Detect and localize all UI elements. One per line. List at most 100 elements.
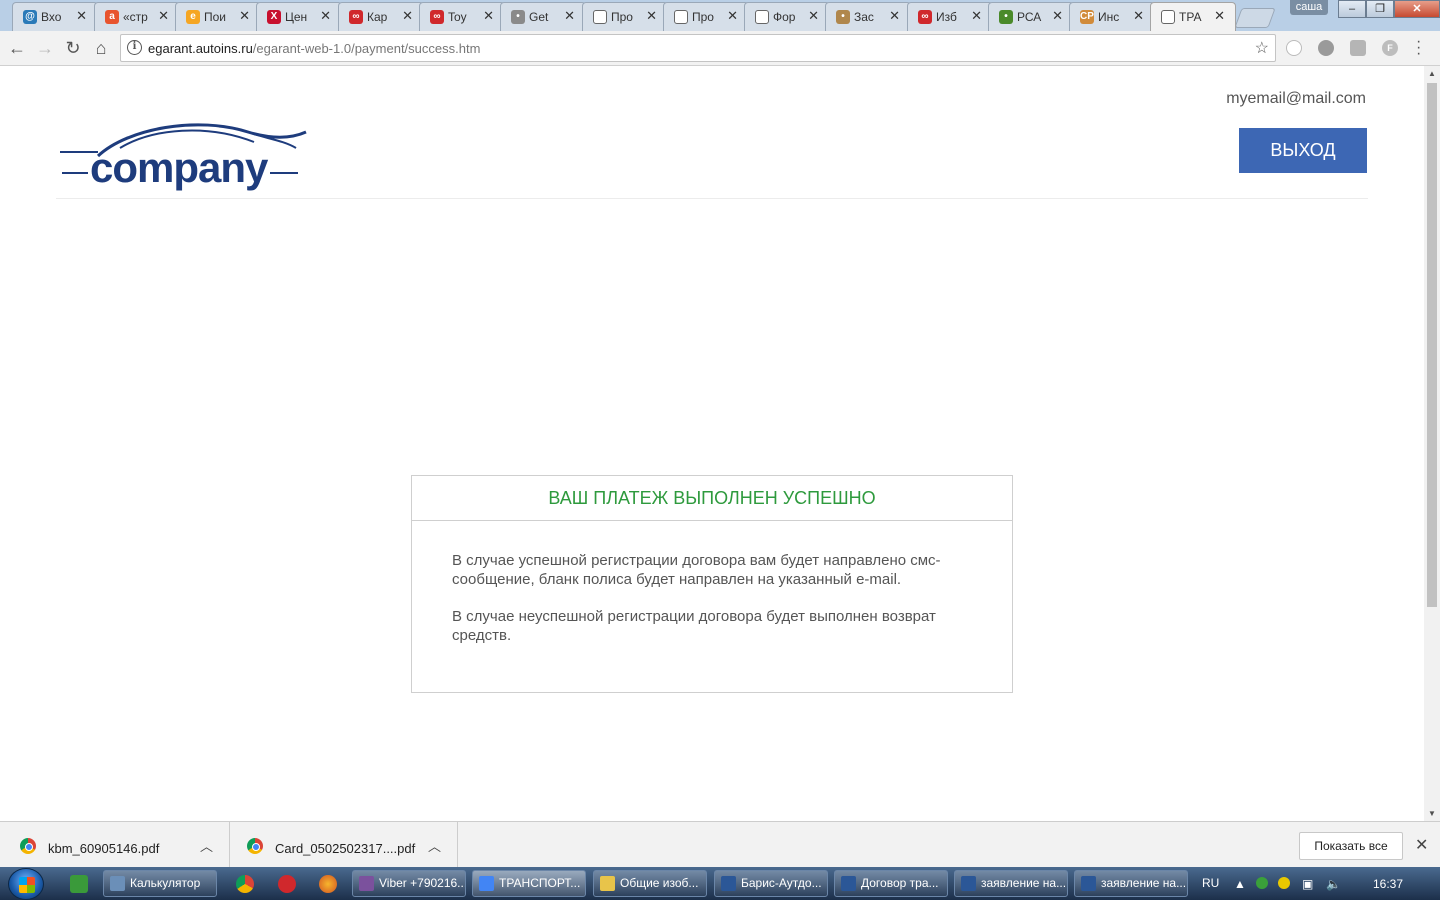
tab-close-icon[interactable]: ✕ bbox=[971, 8, 982, 24]
tab-close-icon[interactable]: ✕ bbox=[727, 8, 738, 24]
browser-tab[interactable]: @ Вхо ✕ bbox=[12, 2, 98, 31]
tab-close-icon[interactable]: ✕ bbox=[564, 8, 575, 24]
logo-text: company bbox=[90, 144, 268, 191]
tab-favicon-icon: ∞ bbox=[349, 10, 363, 24]
browser-tab[interactable]: ∞ Toy ✕ bbox=[419, 2, 505, 31]
start-button[interactable] bbox=[8, 868, 44, 900]
browser-tab[interactable]: ТРА ✕ bbox=[1150, 2, 1236, 31]
reload-icon[interactable]: ↻ bbox=[62, 37, 84, 59]
download-item[interactable]: Card_0502502317....pdf ︿ bbox=[230, 822, 458, 868]
tab-close-icon[interactable]: ✕ bbox=[402, 8, 413, 24]
browser-tab[interactable]: a «стр ✕ bbox=[94, 2, 180, 31]
tab-close-icon[interactable]: ✕ bbox=[320, 8, 331, 24]
scroll-up-icon[interactable]: ▲ bbox=[1428, 69, 1436, 78]
taskbar-app-icon bbox=[1081, 876, 1096, 891]
tab-favicon-icon bbox=[1161, 10, 1175, 24]
tab-favicon-icon bbox=[755, 10, 769, 24]
browser-tab[interactable]: • Зас ✕ bbox=[825, 2, 911, 31]
browser-tab[interactable]: • Get ✕ bbox=[500, 2, 586, 31]
logout-button[interactable]: ВЫХОД bbox=[1239, 128, 1367, 173]
browser-tab[interactable]: CP Инс ✕ bbox=[1069, 2, 1155, 31]
chrome-quicklaunch-icon[interactable] bbox=[236, 875, 254, 893]
firefox-quicklaunch-icon[interactable] bbox=[319, 875, 337, 893]
taskbar-button[interactable]: Viber +790216... bbox=[352, 870, 466, 897]
tray-app-icon[interactable] bbox=[1256, 877, 1268, 889]
taskbar-button[interactable]: Барис-Аутдо... bbox=[714, 870, 828, 897]
site-info-icon[interactable]: i bbox=[127, 40, 142, 55]
taskbar-button[interactable]: заявление на... bbox=[1074, 870, 1188, 897]
browser-tab[interactable]: ∞ Изб ✕ bbox=[907, 2, 993, 31]
opera-quicklaunch-icon[interactable] bbox=[278, 875, 296, 893]
tab-close-icon[interactable]: ✕ bbox=[76, 8, 87, 24]
volume-icon[interactable]: 🔈 bbox=[1326, 877, 1341, 891]
taskbar-label: Барис-Аутдо... bbox=[741, 876, 822, 890]
minimize-button[interactable]: – bbox=[1338, 0, 1366, 18]
tray-update-icon[interactable] bbox=[1278, 877, 1290, 889]
url-text[interactable]: egarant.autoins.ru/egarant-web-1.0/payme… bbox=[148, 41, 480, 56]
scroll-down-icon[interactable]: ▼ bbox=[1428, 809, 1436, 818]
browser-tab[interactable]: • РСА ✕ bbox=[988, 2, 1074, 31]
taskbar-button[interactable]: ТРАНСПОРТ... bbox=[472, 870, 586, 897]
close-download-bar-icon[interactable]: ✕ bbox=[1415, 835, 1428, 855]
show-all-downloads-button[interactable]: Показать все bbox=[1299, 832, 1403, 860]
home-icon[interactable]: ⌂ bbox=[90, 37, 112, 59]
language-indicator[interactable]: RU bbox=[1202, 876, 1219, 890]
cloud-extension-icon[interactable] bbox=[1286, 40, 1302, 56]
browser-tab[interactable]: X Цен ✕ bbox=[256, 2, 342, 31]
browser-tab[interactable]: Фор ✕ bbox=[744, 2, 830, 31]
tab-favicon-icon: a bbox=[105, 10, 119, 24]
f-extension-icon[interactable]: F bbox=[1382, 40, 1398, 56]
bookmark-star-icon[interactable]: ☆ bbox=[1255, 38, 1269, 58]
browser-tab[interactable]: Про ✕ bbox=[663, 2, 749, 31]
browser-toolbar: ← → ↻ ⌂ i egarant.autoins.ru/egarant-web… bbox=[0, 31, 1440, 66]
network-icon[interactable]: ▣ bbox=[1302, 877, 1313, 891]
clock[interactable]: 16:37 bbox=[1373, 877, 1403, 891]
window-user-badge[interactable]: саша bbox=[1290, 0, 1328, 15]
tab-close-icon[interactable]: ✕ bbox=[1052, 8, 1063, 24]
tray-expand-icon[interactable]: ▲ bbox=[1234, 877, 1246, 891]
tab-title: Инс bbox=[1098, 10, 1120, 24]
tab-close-icon[interactable]: ✕ bbox=[808, 8, 819, 24]
taskbar-button[interactable]: Калькулятор bbox=[103, 870, 217, 897]
tab-close-icon[interactable]: ✕ bbox=[646, 8, 657, 24]
tab-close-icon[interactable]: ✕ bbox=[239, 8, 250, 24]
back-icon[interactable]: ← bbox=[6, 37, 28, 59]
browser-menu-icon[interactable]: · · · bbox=[1416, 34, 1421, 62]
browser-tab[interactable]: ∞ Кар ✕ bbox=[338, 2, 424, 31]
taskbar-button[interactable]: Общие изоб... bbox=[593, 870, 707, 897]
tab-favicon-icon: • bbox=[836, 10, 850, 24]
window-close-button[interactable]: ✕ bbox=[1394, 0, 1440, 18]
taskbar-app-icon bbox=[600, 876, 615, 891]
tab-title: Фор bbox=[773, 10, 796, 24]
tab-close-icon[interactable]: ✕ bbox=[158, 8, 169, 24]
tab-title: Цен bbox=[285, 10, 308, 24]
scrollbar-thumb[interactable] bbox=[1427, 83, 1437, 607]
card-body: В случае успешной регистрации договора в… bbox=[412, 521, 1012, 645]
extension-icon[interactable] bbox=[1350, 40, 1366, 56]
tab-title: Про bbox=[611, 10, 633, 24]
tab-title: Get bbox=[529, 10, 549, 24]
app-launcher-icon[interactable] bbox=[70, 875, 88, 893]
chevron-up-icon[interactable]: ︿ bbox=[428, 836, 441, 855]
tab-favicon-icon: ∞ bbox=[918, 10, 932, 24]
taskbar-button[interactable]: заявление на... bbox=[954, 870, 1068, 897]
browser-tab[interactable]: e Пои ✕ bbox=[175, 2, 261, 31]
tab-close-icon[interactable]: ✕ bbox=[889, 8, 900, 24]
tab-close-icon[interactable]: ✕ bbox=[1133, 8, 1144, 24]
spy-extension-icon[interactable] bbox=[1318, 40, 1334, 56]
download-item[interactable]: kbm_60905146.pdf ︿ bbox=[0, 822, 230, 868]
tab-close-icon[interactable]: ✕ bbox=[483, 8, 494, 24]
card-paragraph-success: В случае успешной регистрации договора в… bbox=[452, 552, 941, 588]
taskbar-label: заявление на... bbox=[1101, 876, 1187, 890]
forward-icon[interactable]: → bbox=[34, 37, 56, 59]
taskbar-button[interactable]: Договор тра... bbox=[834, 870, 948, 897]
new-tab-button[interactable] bbox=[1234, 8, 1276, 28]
tab-title: «стр bbox=[123, 10, 148, 24]
browser-tab[interactable]: Про ✕ bbox=[582, 2, 668, 31]
page-scrollbar[interactable]: ▲ ▼ bbox=[1424, 66, 1440, 821]
company-logo[interactable]: company bbox=[58, 118, 308, 198]
address-bar[interactable]: i egarant.autoins.ru/egarant-web-1.0/pay… bbox=[120, 34, 1276, 62]
maximize-button[interactable]: ❐ bbox=[1366, 0, 1394, 18]
tab-close-icon[interactable]: ✕ bbox=[1214, 8, 1225, 24]
chevron-up-icon[interactable]: ︿ bbox=[200, 836, 213, 855]
